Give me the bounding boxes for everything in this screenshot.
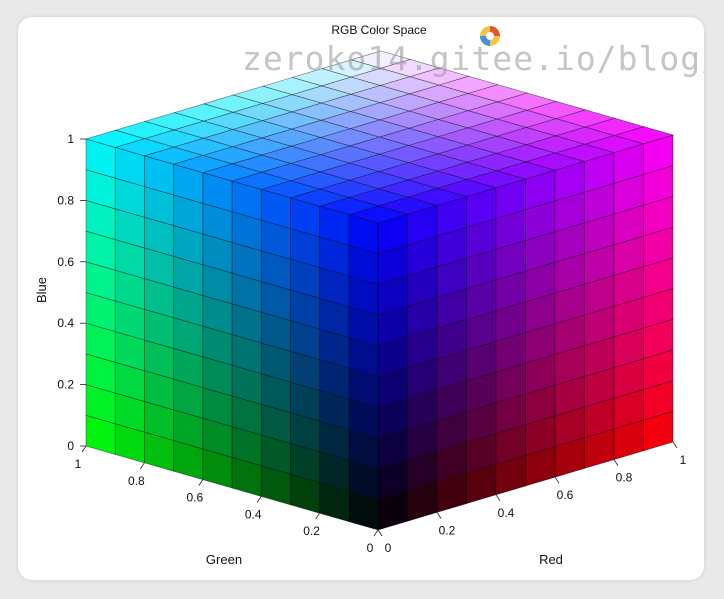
red-tick-mark <box>613 459 619 466</box>
red-tick-mark <box>672 441 678 449</box>
red-tick-label: 0 <box>385 541 392 555</box>
green-tick-mark <box>198 479 204 486</box>
red-tick-label: 0.4 <box>498 506 515 520</box>
green-tick-label: 0.6 <box>186 491 203 505</box>
red-axis-label: Red <box>539 552 563 567</box>
green-tick-mark <box>140 462 145 470</box>
green-tick-mark <box>373 529 379 537</box>
chart-title: RGB Color Space <box>331 23 427 37</box>
red-tick-label: 0.8 <box>616 471 633 485</box>
green-tick-label: 1 <box>75 457 82 471</box>
red-tick-mark <box>377 529 383 537</box>
red-tick-mark <box>554 476 560 484</box>
blue-tick-label: 1 <box>67 132 74 146</box>
watermark-logo-icon <box>480 26 500 46</box>
blue-tick-label: 0.6 <box>57 255 74 269</box>
red-tick-label: 0.6 <box>557 488 574 502</box>
red-tick-label: 0.2 <box>439 523 456 537</box>
blue-tick-label: 0.2 <box>57 378 74 392</box>
rgb-cube-chart: 00.20.40.60.8100.20.40.60.8100.20.40.60.… <box>34 23 687 567</box>
blue-axis-label: Blue <box>34 277 49 303</box>
green-tick-mark <box>315 512 320 520</box>
green-tick-mark <box>256 496 262 503</box>
blue-tick-label: 0 <box>67 439 74 453</box>
red-tick-mark <box>436 512 442 519</box>
green-axis-label: Green <box>206 552 242 567</box>
figure-card: 0 0.2 0.4 0.6 0.8 1 0 0.2 0.4 0.6 0.8 1 0 0.2 0.4 0.6 0.… <box>18 17 704 580</box>
cube-faces <box>84 50 675 531</box>
green-tick-label: 0.4 <box>245 507 262 521</box>
red-tick-mark <box>495 494 501 502</box>
green-tick-mark <box>81 445 87 453</box>
green-tick-label: 0.2 <box>303 524 320 538</box>
blue-tick-label: 0.8 <box>57 193 74 207</box>
green-tick-label: 0.8 <box>128 474 145 488</box>
blue-tick-label: 0.4 <box>57 316 74 330</box>
red-tick-label: 1 <box>680 453 687 467</box>
green-tick-label: 0 <box>367 541 374 555</box>
